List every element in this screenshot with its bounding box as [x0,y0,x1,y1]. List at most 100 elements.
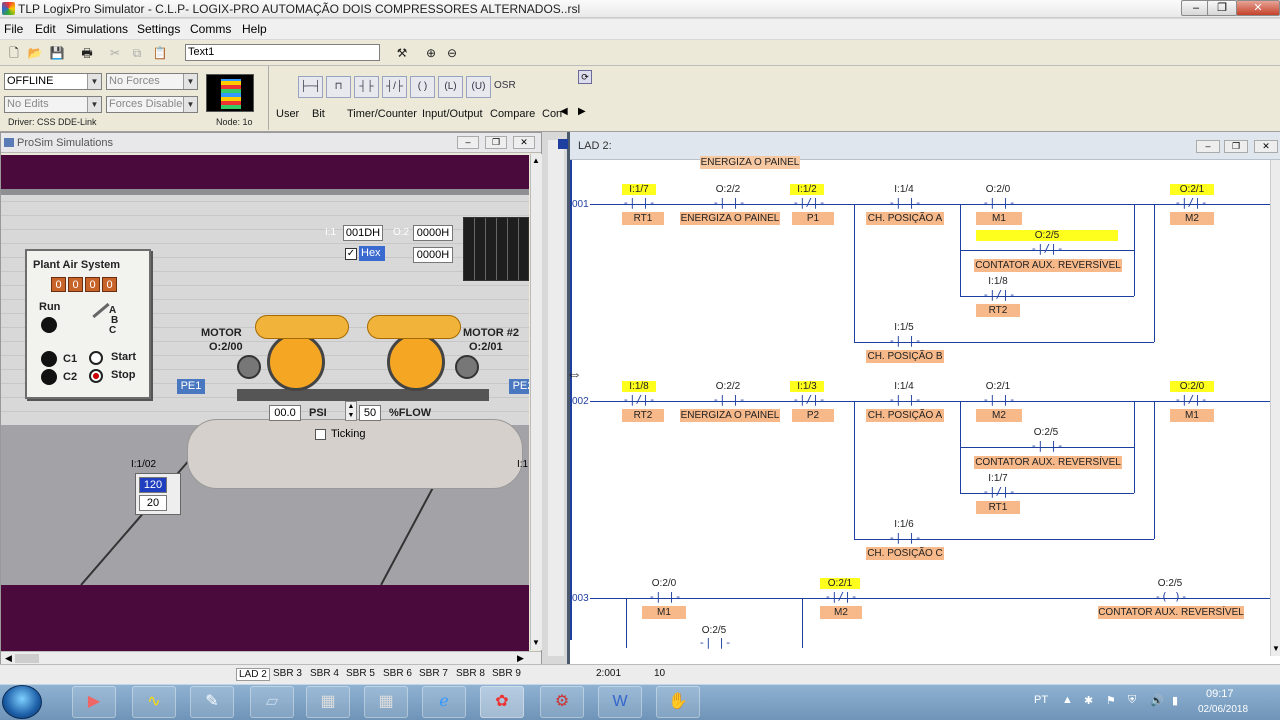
tab-scroll-left-icon[interactable]: ◀ [560,106,568,117]
xio-contact[interactable]: -|/|- [1166,196,1216,209]
scroll-thumb[interactable] [15,654,39,663]
xic-contact[interactable]: -| |- [880,334,930,347]
scroll-left-icon[interactable]: ◀ [5,653,12,664]
math-app-icon[interactable]: ∿ [132,686,176,718]
language-indicator[interactable]: PT [1034,694,1048,706]
tab-input-output[interactable]: Input/Output [422,108,483,120]
xio-contact[interactable]: -|/|- [1022,242,1072,255]
tab-scroll-right-icon[interactable]: ▶ [578,106,586,117]
edits-select[interactable]: No Edits ▼ [4,96,102,113]
menu-settings[interactable]: Settings [137,22,180,36]
xic-contact[interactable]: -| |- [880,196,930,209]
splitter[interactable] [548,140,564,656]
menu-simulations[interactable]: Simulations [66,22,128,36]
zoom-out-icon[interactable]: ⊖ [442,43,462,63]
close-button[interactable]: ✕ [1254,140,1278,153]
network-icon[interactable]: ▮ [1172,694,1178,707]
glove-app-icon[interactable]: ✋ [656,686,700,718]
tab-sbr-7[interactable]: SBR 7 [419,668,448,679]
restore-button[interactable]: ❐ [1224,140,1248,153]
xic-contact[interactable]: -| |- [974,196,1024,209]
scroll-up-icon[interactable]: ▲ [532,156,540,165]
xio-contact[interactable]: -|/|- [784,393,834,406]
flow-spinner[interactable]: ▲ ▼ [345,401,357,421]
osr-button[interactable]: OSR [494,80,516,91]
menu-comms[interactable]: Comms [190,22,231,36]
xic-contact[interactable]: -| |- [1022,439,1072,452]
calculator2-icon[interactable]: ▦ [364,686,408,718]
scroll-right-icon[interactable]: ▶ [517,653,524,664]
media-player-icon[interactable]: ▶ [72,686,116,718]
flow-value[interactable]: 50 [359,405,381,421]
tab-timer-counter[interactable]: Timer/Counter [347,108,417,120]
xic-contact[interactable]: -| |- [704,393,754,406]
menu-help[interactable]: Help [242,22,267,36]
output-coil[interactable]: -( )- [1146,590,1196,603]
xio-contact[interactable]: -|/|- [974,485,1024,498]
forces-select[interactable]: No Forces ▼ [106,73,198,90]
tab-sbr-4[interactable]: SBR 4 [310,668,339,679]
eraser-icon[interactable]: ▱ [250,686,294,718]
zoom-in-icon[interactable]: ⊕ [421,43,441,63]
tab-lad-2[interactable]: LAD 2 [236,668,270,681]
refresh-icon[interactable]: ⟳ [578,70,592,84]
xio-contact[interactable]: -| |- [614,196,664,209]
print-icon[interactable]: 🖶 [77,43,97,63]
xio-contact[interactable]: -|/|- [614,393,664,406]
paint-icon[interactable]: ✎ [190,686,234,718]
tab-sbr-9[interactable]: SBR 9 [492,668,521,679]
forces-state-select[interactable]: Forces Disabled ▼ [106,96,198,113]
tab-sbr-5[interactable]: SBR 5 [346,668,375,679]
xio-icon[interactable]: ┤/├ [382,76,407,98]
vertical-scrollbar[interactable]: ▲ ▼ [530,154,542,650]
maximize-button[interactable]: ❐ [1207,0,1237,16]
tab-compare[interactable]: Compare [490,108,535,120]
tray-expand-icon[interactable]: ▲ [1062,694,1073,706]
xic-contact[interactable]: -| |- [690,636,740,649]
xio-contact[interactable]: -|/|- [784,196,834,209]
restore-button[interactable]: ❐ [485,136,507,149]
branch-icon[interactable]: ⊓ [326,76,351,98]
tab-user[interactable]: User [276,108,299,120]
ote-icon[interactable]: ( ) [410,76,435,98]
tab-sbr-8[interactable]: SBR 8 [456,668,485,679]
close-button[interactable]: ✕ [513,136,535,149]
horizontal-scrollbar[interactable]: ◀ ▶ [1,651,541,665]
paste-icon[interactable]: 📋 [150,43,170,63]
clock-date[interactable]: 02/06/2018 [1198,704,1248,715]
start-button[interactable] [89,351,103,365]
setpoint-low[interactable]: 20 [139,495,167,511]
tab-sbr-3[interactable]: SBR 3 [273,668,302,679]
logixpro-task-icon[interactable]: ✿ [480,686,524,718]
minimize-button[interactable]: – [457,136,479,149]
copy-icon[interactable]: ⧉ [127,43,147,63]
tray-app-icon[interactable]: ✱ [1084,694,1093,707]
flag-icon[interactable]: ⚑ [1106,694,1116,707]
scroll-down-icon[interactable]: ▼ [532,638,540,647]
tab-bit[interactable]: Bit [312,108,325,120]
text-field[interactable]: Text1 [185,44,380,61]
rung-icon[interactable]: ├─┤ [298,76,323,98]
minimize-button[interactable]: – [1196,140,1220,153]
cade-simu-icon[interactable]: ⚙ [540,686,584,718]
word-icon[interactable]: W [598,686,642,718]
menu-file[interactable]: File [4,22,23,36]
mode-select[interactable]: OFFLINE ▼ [4,73,102,90]
xic-contact[interactable]: -| |- [974,393,1024,406]
open-folder-icon[interactable]: 📂 [25,43,45,63]
xic-contact[interactable]: -| |- [880,393,930,406]
ladder-vertical-scrollbar[interactable]: ▼ [1270,160,1280,656]
new-file-icon[interactable]: 🗋 [4,43,24,63]
save-icon[interactable]: 💾 [47,43,67,63]
setpoint-high[interactable]: 120 [139,477,167,493]
xic-contact[interactable]: -| |- [640,590,690,603]
otl-icon[interactable]: (L) [438,76,463,98]
clock-time[interactable]: 09:17 [1206,688,1234,700]
hex-checkbox[interactable]: ✓ [345,248,357,260]
cut-icon[interactable]: ✂ [105,43,125,63]
xic-contact[interactable]: -| |- [880,531,930,544]
xio-contact[interactable]: -|/|- [974,288,1024,301]
menu-edit[interactable]: Edit [35,22,56,36]
security-icon[interactable]: ⛨ [1128,694,1136,707]
xic-icon[interactable]: ┤├ [354,76,379,98]
